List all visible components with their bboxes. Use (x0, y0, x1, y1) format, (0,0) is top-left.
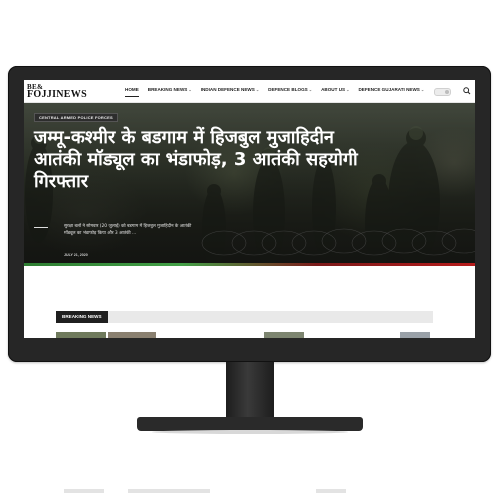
chevron-down-icon: ⌄ (308, 87, 313, 92)
content-area: BREAKING NEWS (24, 267, 475, 338)
post-excerpt: सुरक्षा बलों ने सोमवार (20 जुलाई) को बडग… (64, 224, 192, 236)
decor-bar (128, 489, 210, 493)
news-thumbnail[interactable] (400, 332, 430, 338)
post-headline[interactable]: जम्मू-कश्मीर के बडगाम में हिजबुल मुजाहिद… (34, 127, 364, 193)
chevron-down-icon: ⌄ (346, 87, 350, 92)
post-date: JULY 21, 2020 (64, 253, 88, 257)
stand-shadow (152, 430, 348, 434)
chevron-down-icon: ⌄ (188, 87, 192, 92)
nav-item-indian-defence-news[interactable]: INDIAN DEFENCE NEWS⌄ (201, 87, 259, 97)
site-header: BE& FOJJINEWS HOME BREAKING NEWS⌄ INDIAN… (24, 80, 475, 103)
site-logo[interactable]: BE& FOJJINEWS (27, 83, 105, 100)
nav-item-breaking-news[interactable]: BREAKING NEWS⌄ (148, 87, 192, 97)
nav-item-about-us[interactable]: ABOUT US⌄ (321, 87, 349, 97)
featured-post[interactable]: CENTRAL ARMED POLICE FORCES जम्मू-कश्मीर… (24, 103, 475, 265)
nav-item-home[interactable]: HOME (125, 87, 139, 97)
monitor-stand-neck (226, 362, 274, 420)
search-icon[interactable] (462, 86, 472, 96)
dark-mode-toggle[interactable] (434, 88, 451, 96)
decor-bar (64, 489, 104, 493)
nav-item-defence-gujarati-news[interactable]: DEFENCE GUJARATI NEWS⌄ (358, 87, 424, 97)
chevron-down-icon: ⌄ (420, 87, 425, 92)
chevron-down-icon: ⌄ (255, 87, 260, 92)
monitor-screen: BE& FOJJINEWS HOME BREAKING NEWS⌄ INDIAN… (24, 80, 475, 338)
news-thumbnail[interactable] (56, 332, 106, 338)
divider (34, 227, 48, 228)
breaking-news-bar: BREAKING NEWS (56, 311, 433, 323)
accent-stripe (24, 263, 475, 266)
category-badge[interactable]: CENTRAL ARMED POLICE FORCES (34, 113, 118, 122)
news-thumbnail[interactable] (264, 332, 304, 338)
decor-bar (316, 489, 346, 493)
breaking-news-label: BREAKING NEWS (56, 311, 108, 323)
monitor-stand-base (137, 417, 363, 431)
nav-item-defence-blogs[interactable]: DEFENCE BLOGS⌄ (268, 87, 312, 97)
news-thumbnail[interactable] (108, 332, 156, 338)
main-nav: HOME BREAKING NEWS⌄ INDIAN DEFENCE NEWS⌄… (125, 87, 433, 97)
